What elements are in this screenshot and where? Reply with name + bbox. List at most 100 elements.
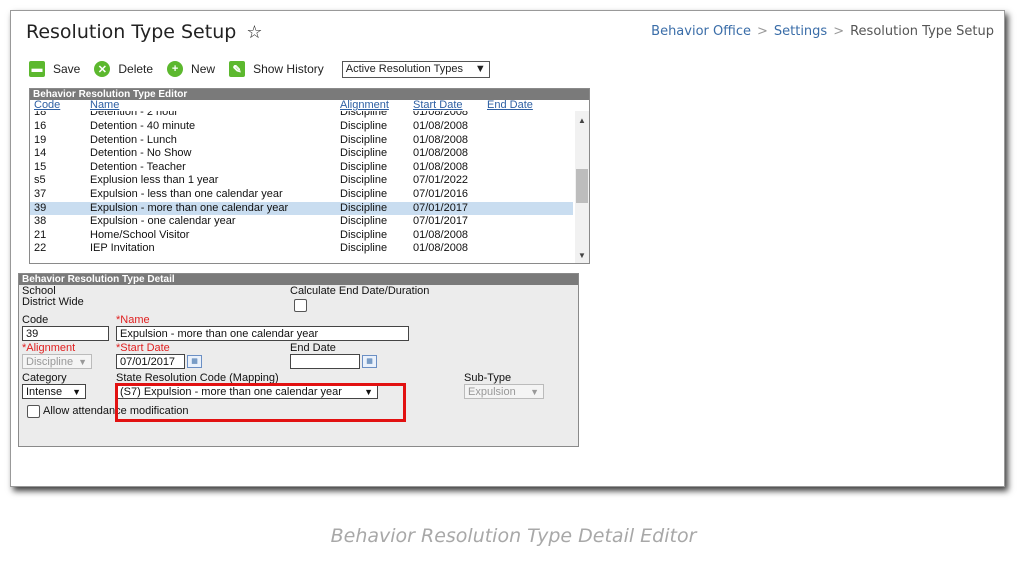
editor-scrollbar[interactable]: ▲ ▼ — [575, 111, 589, 263]
favorite-star-icon[interactable]: ☆ — [246, 22, 262, 43]
table-row[interactable]: 16 Detention - 40 minute Discipline 01/08/2… — [30, 120, 573, 134]
breadcrumb-separator: > — [756, 24, 768, 39]
delete-icon: ✕ — [94, 61, 111, 77]
calendar-icon[interactable]: ▦ — [187, 355, 202, 368]
alignment-label: *Alignment — [22, 342, 76, 354]
calendar-icon[interactable]: ▦ — [362, 355, 377, 368]
row-start-date: 07/01/2017 — [413, 201, 469, 214]
table-row[interactable]: 14 Detention - No Show Discipline 01/08/200… — [30, 147, 573, 161]
scroll-up-icon[interactable]: ▲ — [578, 116, 586, 125]
row-start-date: 01/08/2008 — [413, 228, 469, 241]
calc-end-date-checkbox[interactable] — [294, 299, 307, 312]
scroll-thumb[interactable] — [576, 169, 588, 203]
row-name: Detention - Teacher — [90, 160, 186, 173]
table-row[interactable]: 37 Expulsion - less than one calendar yea… — [30, 188, 573, 202]
row-code: 21 — [34, 228, 47, 241]
category-label: Category — [22, 372, 67, 384]
plus-icon: + — [167, 61, 184, 77]
row-name: Expulsion - less than one calendar year — [90, 187, 283, 200]
end-date-label: End Date — [290, 342, 336, 354]
resolution-type-editor: Behavior Resolution Type Editor Code Nam… — [29, 88, 590, 264]
resolution-filter-select[interactable]: Active Resolution Types ▼ — [341, 60, 490, 78]
breadcrumb-current: Resolution Type Setup — [850, 24, 994, 39]
table-row[interactable]: 39 Expulsion - more than one calendar yea… — [30, 201, 573, 216]
row-alignment: Discipline — [340, 147, 388, 160]
column-header-end-date[interactable]: End Date — [487, 99, 533, 111]
chevron-down-icon: ▼ — [78, 357, 87, 367]
row-name: Detention - 2 hour — [90, 111, 179, 118]
delete-button[interactable]: ✕ Delete — [94, 61, 153, 77]
code-label: Code — [22, 314, 49, 326]
table-row[interactable]: s5 Explusion less than 1 year Discipline 07… — [30, 174, 573, 188]
row-code: 18 — [34, 111, 47, 118]
row-name: Detention - No Show — [90, 147, 192, 160]
column-header-start-date[interactable]: Start Date — [413, 99, 463, 111]
new-button[interactable]: + New — [167, 61, 215, 77]
row-name: IEP Invitation — [90, 242, 155, 255]
category-value: Intense — [26, 386, 63, 398]
row-code: 37 — [34, 187, 47, 200]
row-start-date: 01/08/2008 — [413, 120, 469, 132]
row-start-date: 01/08/2008 — [413, 133, 469, 146]
code-field[interactable]: 39 — [22, 326, 109, 341]
save-button[interactable]: ▬ Save — [29, 61, 80, 77]
row-alignment: Discipline — [340, 174, 388, 187]
page-header: Resolution Type Setup ☆ Behavior Office >… — [11, 11, 1004, 53]
row-alignment: Discipline — [340, 120, 388, 132]
table-row[interactable]: 38 Expulsion - one calendar year Disciplin… — [30, 215, 573, 229]
row-code: 15 — [34, 160, 47, 173]
name-label: *Name — [116, 314, 150, 326]
table-row[interactable]: 18 Detention - 2 hour Discipline 01/08/2008 — [30, 111, 573, 120]
filter-value: Active Resolution Types — [345, 63, 463, 75]
row-alignment: Discipline — [340, 160, 388, 173]
row-alignment: Discipline — [340, 201, 388, 214]
allow-attendance-checkbox[interactable] — [27, 405, 40, 418]
pencil-icon: ✎ — [229, 61, 246, 77]
sub-type-value: Expulsion — [468, 386, 516, 398]
school-value: District Wide — [22, 296, 84, 308]
figure-caption: Behavior Resolution Type Detail Editor — [330, 525, 697, 547]
row-start-date: 01/08/2008 — [413, 160, 469, 173]
row-code: 14 — [34, 147, 47, 160]
action-toolbar: ▬ Save ✕ Delete + New ✎ Show History Act… — [29, 59, 490, 79]
show-history-button[interactable]: ✎ Show History — [229, 61, 324, 77]
alignment-value: Discipline — [26, 356, 74, 368]
editor-column-headers: Code Name Alignment Start Date End Date — [30, 99, 589, 111]
row-alignment: Discipline — [340, 187, 388, 200]
start-date-field[interactable]: 07/01/2017 — [116, 354, 185, 369]
row-name: Detention - 40 minute — [90, 120, 196, 132]
column-header-code[interactable]: Code — [34, 99, 60, 111]
row-name: Expulsion - one calendar year — [90, 215, 236, 228]
table-row[interactable]: 22 IEP Invitation Discipline 01/08/2008 — [30, 242, 573, 256]
save-label: Save — [53, 62, 81, 76]
row-code: 16 — [34, 120, 47, 132]
table-row[interactable]: 19 Detention - Lunch Discipline 01/08/2008 — [30, 134, 573, 148]
category-select[interactable]: Intense ▼ — [22, 384, 86, 399]
breadcrumb-settings[interactable]: Settings — [774, 24, 827, 39]
start-date-label: *Start Date — [116, 342, 170, 354]
row-code: 22 — [34, 242, 47, 255]
column-header-alignment[interactable]: Alignment — [340, 99, 389, 111]
row-alignment: Discipline — [340, 215, 388, 228]
row-name: Expulsion - more than one calendar year — [90, 201, 289, 214]
row-alignment: Discipline — [340, 133, 388, 146]
name-field[interactable]: Expulsion - more than one calendar year — [116, 326, 409, 341]
row-alignment: Discipline — [340, 228, 388, 241]
end-date-field[interactable] — [290, 354, 360, 369]
row-name: Home/School Visitor — [90, 228, 190, 241]
calc-end-date-label: Calculate End Date/Duration — [290, 285, 430, 297]
row-name: Detention - Lunch — [90, 133, 177, 146]
column-header-name[interactable]: Name — [90, 99, 119, 111]
table-row[interactable]: 21 Home/School Visitor Discipline 01/08/200… — [30, 229, 573, 243]
row-code: 19 — [34, 133, 47, 146]
table-row[interactable]: 15 Detention - Teacher Discipline 01/08/200… — [30, 161, 573, 175]
breadcrumb-behavior-office[interactable]: Behavior Office — [651, 24, 751, 39]
row-start-date: 01/08/2008 — [413, 242, 469, 255]
detail-title: Behavior Resolution Type Detail — [19, 274, 578, 285]
scroll-down-icon[interactable]: ▼ — [578, 251, 586, 260]
chevron-down-icon: ▼ — [474, 63, 486, 75]
save-icon: ▬ — [29, 61, 45, 77]
row-start-date: 01/08/2008 — [413, 111, 469, 118]
highlight-box — [115, 383, 406, 422]
chevron-down-icon: ▼ — [530, 387, 539, 397]
